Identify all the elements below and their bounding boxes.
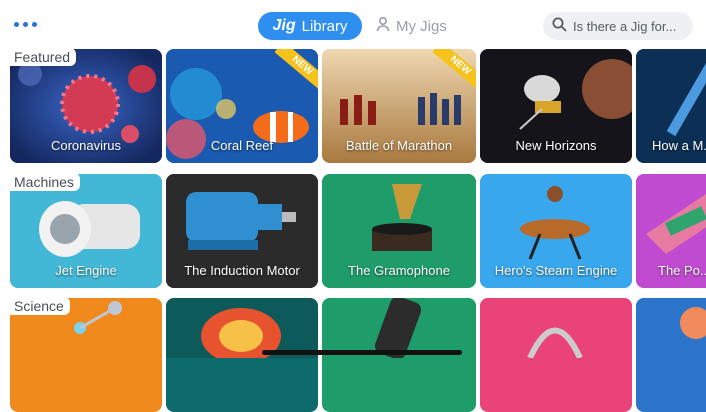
science-4-art [480,298,632,358]
science-3-art [322,298,476,358]
tile-jet-engine[interactable]: Jet Engine [10,174,162,288]
tile-heros-steam-engine[interactable]: Hero's Steam Engine [480,174,632,288]
tile-label: Coral Reef [210,138,274,153]
more-dots-icon[interactable] [14,22,37,27]
tile-label: Coronavirus [50,138,122,153]
section-title-machines: Machines [8,173,80,191]
tile-new-horizons[interactable]: New Horizons [480,49,632,163]
tile-induction-motor[interactable]: The Induction Motor [166,174,318,288]
tile-battle-of-marathon[interactable]: NEW Battle of Marathon [322,49,476,163]
home-indicator [262,350,462,355]
tile-coral-reef[interactable]: NEW Coral Reef [166,49,318,163]
search-icon [552,17,567,35]
tab-my-jigs[interactable]: My Jigs [376,14,447,38]
tile-label: The Po... [658,263,706,278]
tile-label: Hero's Steam Engine [494,263,618,278]
tab-library[interactable]: Jig Library [258,12,362,40]
tile-science-1[interactable] [10,298,162,412]
science-2-art [166,298,318,358]
tile-the-po[interactable]: The Po... [636,174,706,288]
science-5-art [636,298,706,358]
section-title-science: Science [8,297,70,315]
tile-science-4[interactable] [480,298,632,412]
search-placeholder: Is there a Jig for... [573,18,677,34]
user-icon [376,16,390,36]
tile-label: New Horizons [515,138,597,153]
tile-science-2[interactable] [166,298,318,412]
tile-label: Battle of Marathon [345,138,453,153]
tile-label: The Gramophone [348,263,450,278]
tile-science-3[interactable] [322,298,476,412]
tile-label: Jet Engine [55,263,117,278]
tab-library-label: Library [301,17,348,35]
tile-label: The Induction Motor [184,263,300,278]
tile-coronavirus[interactable]: Coronavirus [10,49,162,163]
tile-how-a[interactable]: How a M... W... [636,49,706,163]
tile-science-5[interactable] [636,298,706,412]
tile-label: How a M... W... [652,138,706,153]
jig-logo: Jig [272,17,296,34]
tab-my-jigs-label: My Jigs [396,17,447,35]
top-bar: Jig Library My Jigs Is there a Jig for..… [0,0,706,46]
tile-gramophone[interactable]: The Gramophone [322,174,476,288]
search-field[interactable]: Is there a Jig for... [543,12,693,40]
section-title-featured: Featured [8,48,77,66]
